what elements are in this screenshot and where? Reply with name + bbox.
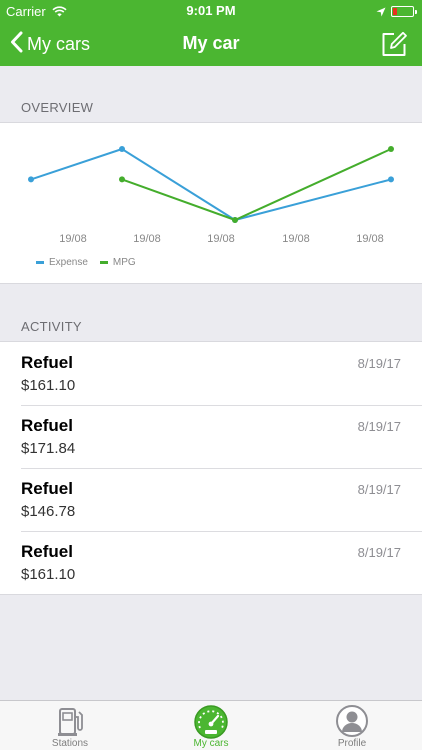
chart-legend: Expense MPG — [36, 257, 148, 268]
activity-type: Refuel — [21, 416, 73, 435]
legend-label: Expense — [49, 257, 88, 268]
series-line-expense — [30, 147, 392, 222]
activity-date: 8/19/17 — [357, 545, 401, 560]
status-bar: Carrier 9:01 PM — [0, 0, 422, 22]
tab-my-cars[interactable]: My cars — [141, 701, 281, 750]
activity-type: Refuel — [21, 542, 73, 561]
chevron-left-icon — [10, 31, 23, 58]
tab-bar: Stations My cars Profile — [0, 700, 422, 750]
series-line-mpg — [121, 148, 392, 222]
activity-date: 8/19/17 — [357, 419, 401, 434]
back-button[interactable]: My cars — [10, 22, 90, 66]
data-point-mpg — [119, 176, 125, 183]
overview-header: OVERVIEW — [21, 100, 94, 115]
activity-amount: $171.84 — [21, 440, 76, 457]
activity-row[interactable]: Refuel $171.84 8/19/17 — [0, 405, 422, 468]
activity-amount: $161.10 — [21, 566, 76, 583]
top-bar: Carrier 9:01 PM My cars My car — [0, 0, 422, 66]
x-tick-label: 19/08 — [59, 233, 87, 245]
tab-my-cars-label: My cars — [193, 738, 229, 749]
legend-item: MPG — [99, 257, 136, 268]
tab-stations[interactable]: Stations — [0, 701, 140, 750]
legend-swatch — [36, 261, 44, 264]
data-point-expense — [28, 176, 34, 183]
x-tick-label: 19/08 — [133, 233, 161, 245]
edit-button[interactable] — [380, 30, 408, 58]
battery-icon — [391, 6, 417, 17]
overview-chart-card: 19/08 19/08 19/08 19/08 19/08 Expense MPG — [0, 122, 422, 284]
activity-amount: $161.10 — [21, 377, 76, 394]
status-time: 9:01 PM — [186, 3, 236, 18]
x-tick-label: 19/08 — [207, 233, 235, 245]
activity-date: 8/19/17 — [357, 482, 401, 497]
activity-date: 8/19/17 — [357, 356, 401, 371]
navigation-bar: My cars My car — [0, 22, 422, 66]
battery-level — [393, 8, 397, 15]
back-button-label: My cars — [27, 33, 90, 54]
legend-swatch — [99, 261, 108, 264]
data-point-expense — [388, 176, 394, 183]
data-point-mpg — [232, 217, 238, 223]
legend-label: MPG — [112, 257, 136, 268]
x-tick-label: 19/08 — [356, 233, 384, 245]
x-tick-label: 19/08 — [282, 233, 310, 245]
tab-stations-label: Stations — [51, 738, 89, 749]
activity-amount: $146.78 — [21, 503, 76, 520]
tab-profile[interactable]: Profile — [282, 701, 422, 750]
activity-header: ACTIVITY — [21, 319, 82, 334]
location-arrow-icon — [376, 5, 386, 20]
data-point-mpg — [388, 146, 394, 152]
activity-type: Refuel — [21, 353, 73, 372]
activity-row[interactable]: Refuel $161.10 8/19/17 — [0, 531, 422, 594]
legend-item: Expense — [36, 257, 88, 268]
activity-type: Refuel — [21, 479, 73, 498]
tab-profile-label: Profile — [337, 738, 367, 749]
activity-row[interactable]: Refuel $146.78 8/19/17 — [0, 468, 422, 531]
activity-list: Refuel $161.10 8/19/17 Refuel $171.84 8/19/17… — [0, 341, 422, 595]
data-point-expense — [119, 146, 125, 152]
activity-row[interactable]: Refuel $161.10 8/19/17 — [0, 342, 422, 405]
compose-icon — [380, 31, 408, 62]
